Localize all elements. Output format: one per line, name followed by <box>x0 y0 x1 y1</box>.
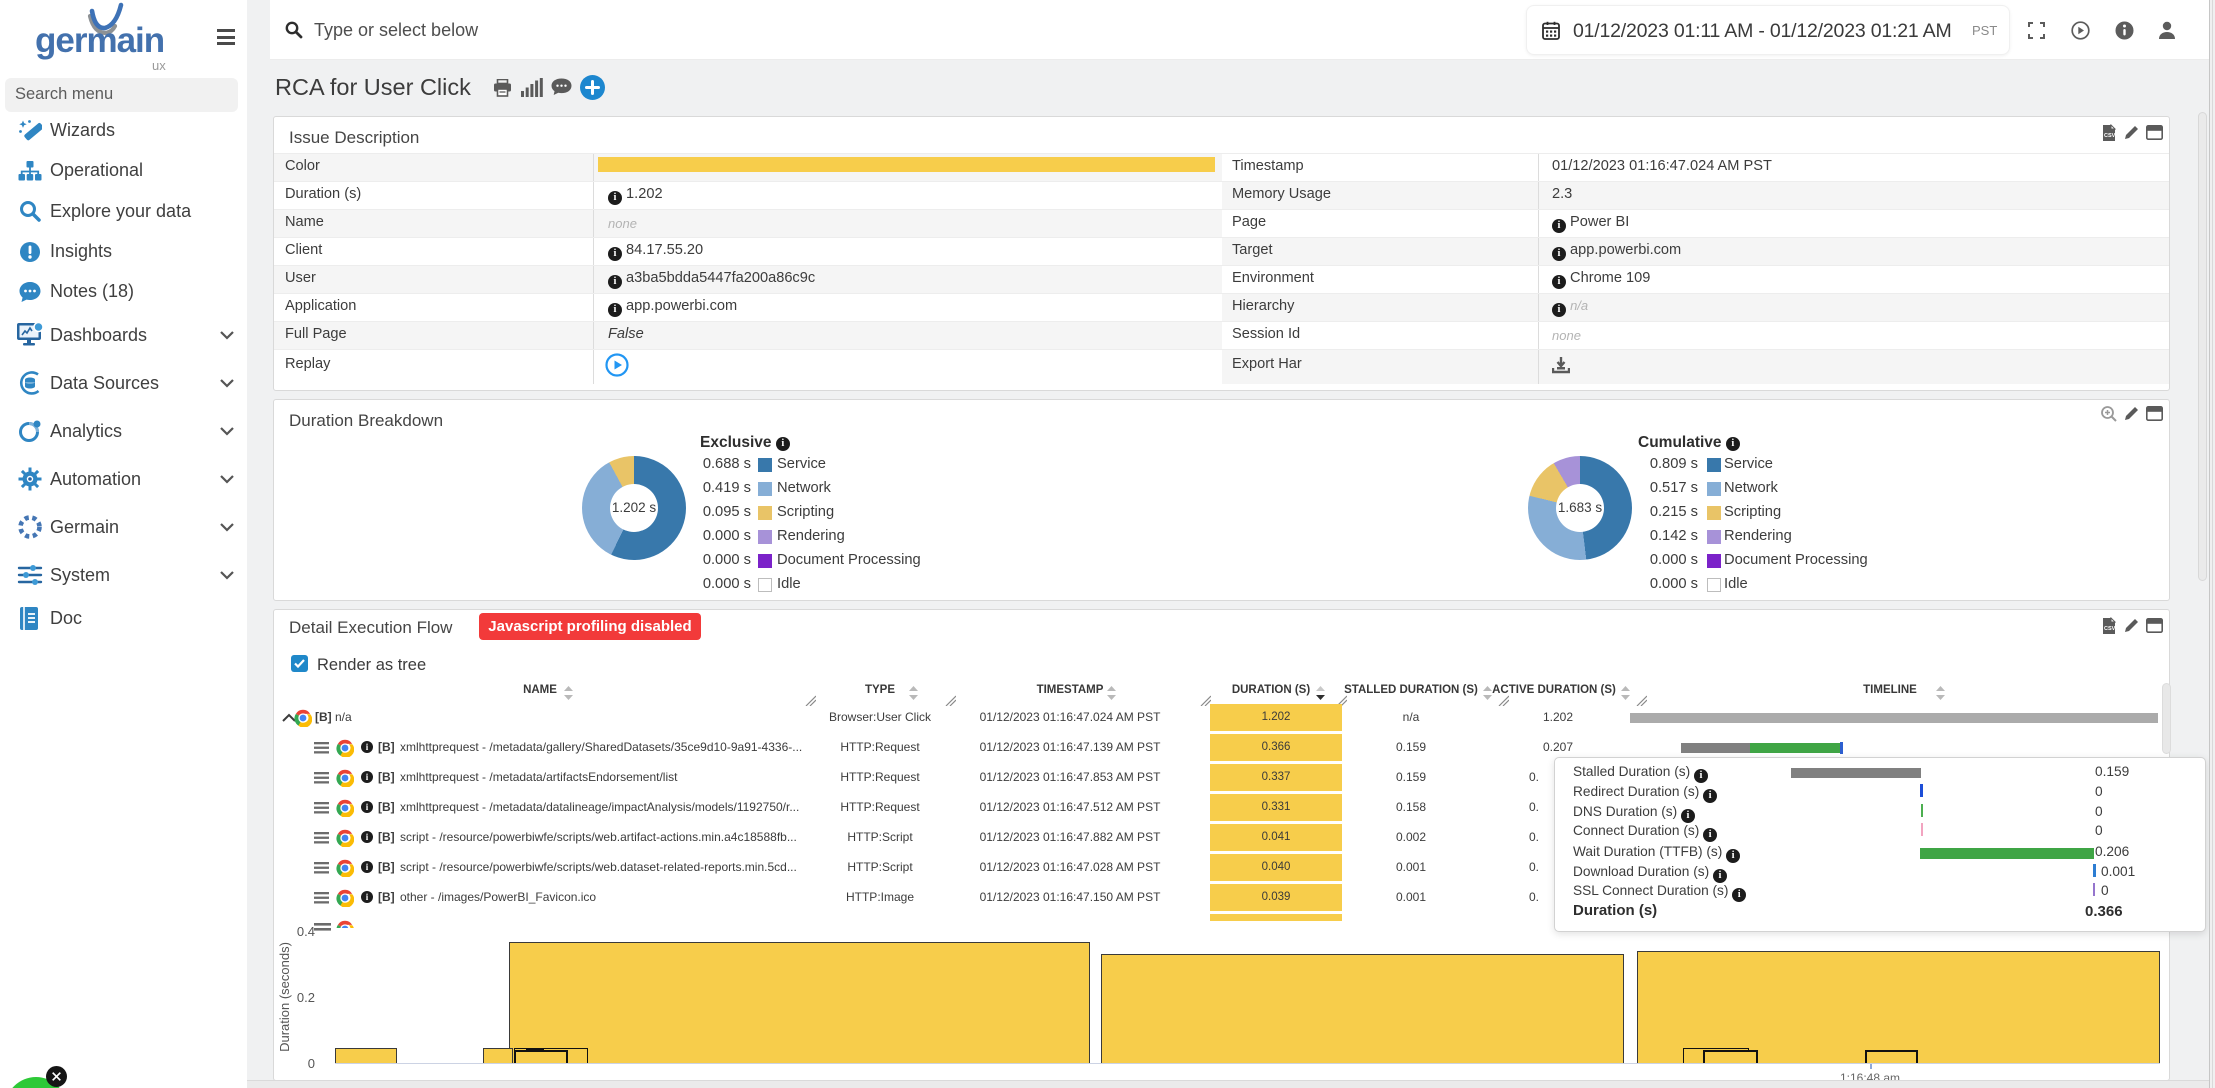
svg-text:CSV: CSV <box>2104 626 2116 632</box>
svg-text:CSV: CSV <box>2104 133 2116 139</box>
